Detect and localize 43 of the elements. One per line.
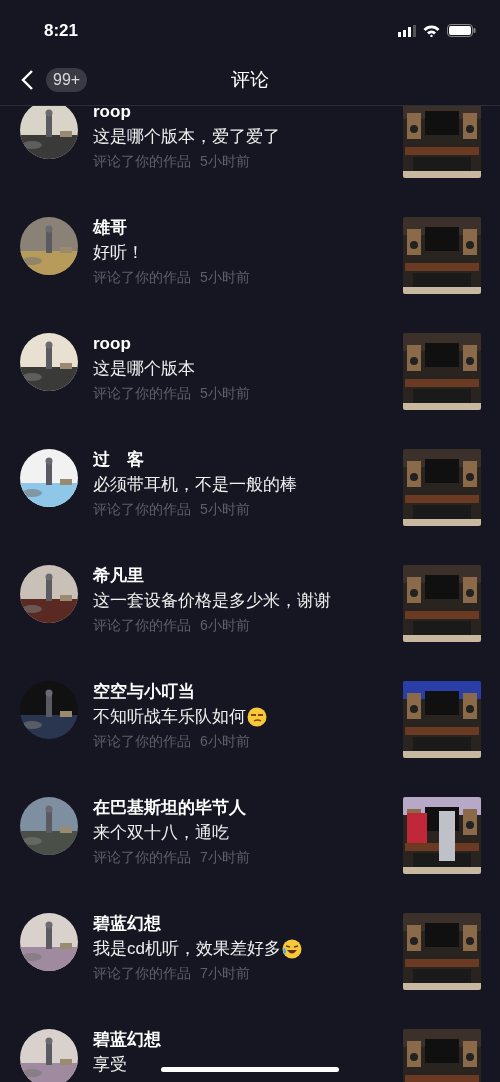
user-name[interactable]: 碧蓝幻想 <box>93 913 161 935</box>
comment-text: 享受 <box>93 1054 127 1076</box>
comment-text: 这是哪个版本，爱了爱了 <box>93 126 280 148</box>
status-time: 8:21 <box>44 20 79 41</box>
activity-label: 评论了你的作品 <box>93 732 191 751</box>
user-name[interactable]: 过 客 <box>93 449 144 471</box>
user-name[interactable]: 在巴基斯坦的毕节人 <box>93 797 246 819</box>
activity-label: 评论了你的作品 <box>93 384 191 403</box>
activity-label: 评论了你的作品 <box>93 616 191 635</box>
timestamp: 6小时前 <box>200 616 250 635</box>
comment-text: 我是cd机听，效果差好多 <box>93 938 281 960</box>
back-icon[interactable] <box>20 69 34 91</box>
comment-text: 不知听战车乐队如何 <box>93 706 246 728</box>
user-name[interactable]: roop <box>93 106 131 123</box>
battery-icon <box>447 24 476 37</box>
timestamp: 5小时前 <box>200 152 250 171</box>
user-name[interactable]: 雄哥 <box>93 217 127 239</box>
signal-icon <box>398 24 416 37</box>
timestamp: 6小时前 <box>200 732 250 751</box>
smug-face-icon <box>247 707 267 727</box>
activity-label: 评论了你的作品 <box>93 848 191 867</box>
activity-label: 评论了你的作品 <box>93 500 191 519</box>
timestamp: 5小时前 <box>200 500 250 519</box>
activity-label: 评论了你的作品 <box>93 152 191 171</box>
user-name[interactable]: 希凡里 <box>93 565 144 587</box>
timestamp: 7小时前 <box>200 964 250 983</box>
activity-label: 评论了你的作品 <box>93 964 191 983</box>
user-name[interactable]: 空空与小叮当 <box>93 681 195 703</box>
comment-text: 来个双十八，通吃 <box>93 822 229 844</box>
comment-text: 这是哪个版本 <box>93 358 195 380</box>
timestamp: 7小时前 <box>200 848 250 867</box>
timestamp: 5小时前 <box>200 268 250 287</box>
laughing-face-icon <box>281 939 302 959</box>
comment-text: 好听！ <box>93 242 144 264</box>
user-name[interactable]: roop <box>93 333 131 355</box>
comment-text: 必须带耳机，不是一般的棒 <box>93 474 297 496</box>
user-name[interactable]: 碧蓝幻想 <box>93 1029 161 1051</box>
timestamp: 5小时前 <box>200 384 250 403</box>
comment-text: 这一套设备价格是多少米，谢谢 <box>93 590 331 612</box>
unread-count: 99+ <box>46 68 88 92</box>
page-title: 评论 <box>231 68 269 92</box>
wifi-icon <box>423 24 440 37</box>
activity-label: 评论了你的作品 <box>93 268 191 287</box>
